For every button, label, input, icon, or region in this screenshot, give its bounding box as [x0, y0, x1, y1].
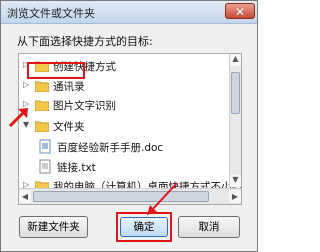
- expand-arrow-icon[interactable]: ▷: [23, 80, 33, 92]
- ok-button-highlight: 确定: [116, 212, 172, 242]
- red-highlight-box: [27, 62, 85, 79]
- ok-button[interactable]: 确定: [120, 217, 168, 237]
- title-bar: 浏览文件或文件夹 ✕: [1, 1, 257, 24]
- folder-icon: [35, 99, 49, 111]
- scroll-right-icon[interactable]: ▶: [229, 190, 241, 203]
- doc-file-icon: [39, 139, 52, 154]
- horizontal-scrollbar[interactable]: ◀ ▶: [19, 188, 241, 204]
- tree-item-label: 文件夹: [53, 121, 85, 133]
- cancel-button[interactable]: 取消: [178, 216, 240, 238]
- close-button[interactable]: ✕: [225, 3, 255, 19]
- scroll-down-icon[interactable]: ▼: [230, 175, 241, 187]
- tree-item-label: 图片文字识别: [53, 100, 116, 112]
- folder-icon: [35, 120, 49, 132]
- tree-item-label: 通讯录: [53, 81, 85, 93]
- browse-folder-dialog: 浏览文件或文件夹 ✕ 从下面选择快捷方式的目标: ▷ 创建快捷方式 ▷ 通讯录 …: [0, 0, 258, 252]
- scroll-up-icon[interactable]: ▲: [230, 54, 241, 66]
- prompt-text: 从下面选择快捷方式的目标:: [17, 35, 153, 48]
- vertical-scrollbar[interactable]: ▲ ▼: [229, 54, 241, 187]
- txt-file-icon: [39, 159, 52, 174]
- tree-item-label: 链接.txt: [57, 162, 96, 174]
- folder-icon: [35, 80, 49, 92]
- dialog-title: 浏览文件或文件夹: [7, 7, 95, 20]
- scroll-left-icon[interactable]: ◀: [19, 190, 31, 203]
- vertical-scroll-thumb[interactable]: [231, 72, 240, 114]
- close-icon: ✕: [234, 5, 246, 19]
- new-folder-button[interactable]: 新建文件夹: [19, 216, 88, 238]
- red-arrow-icon: [8, 108, 28, 128]
- tree-item-label: 百度经验新手手册.doc: [57, 142, 164, 154]
